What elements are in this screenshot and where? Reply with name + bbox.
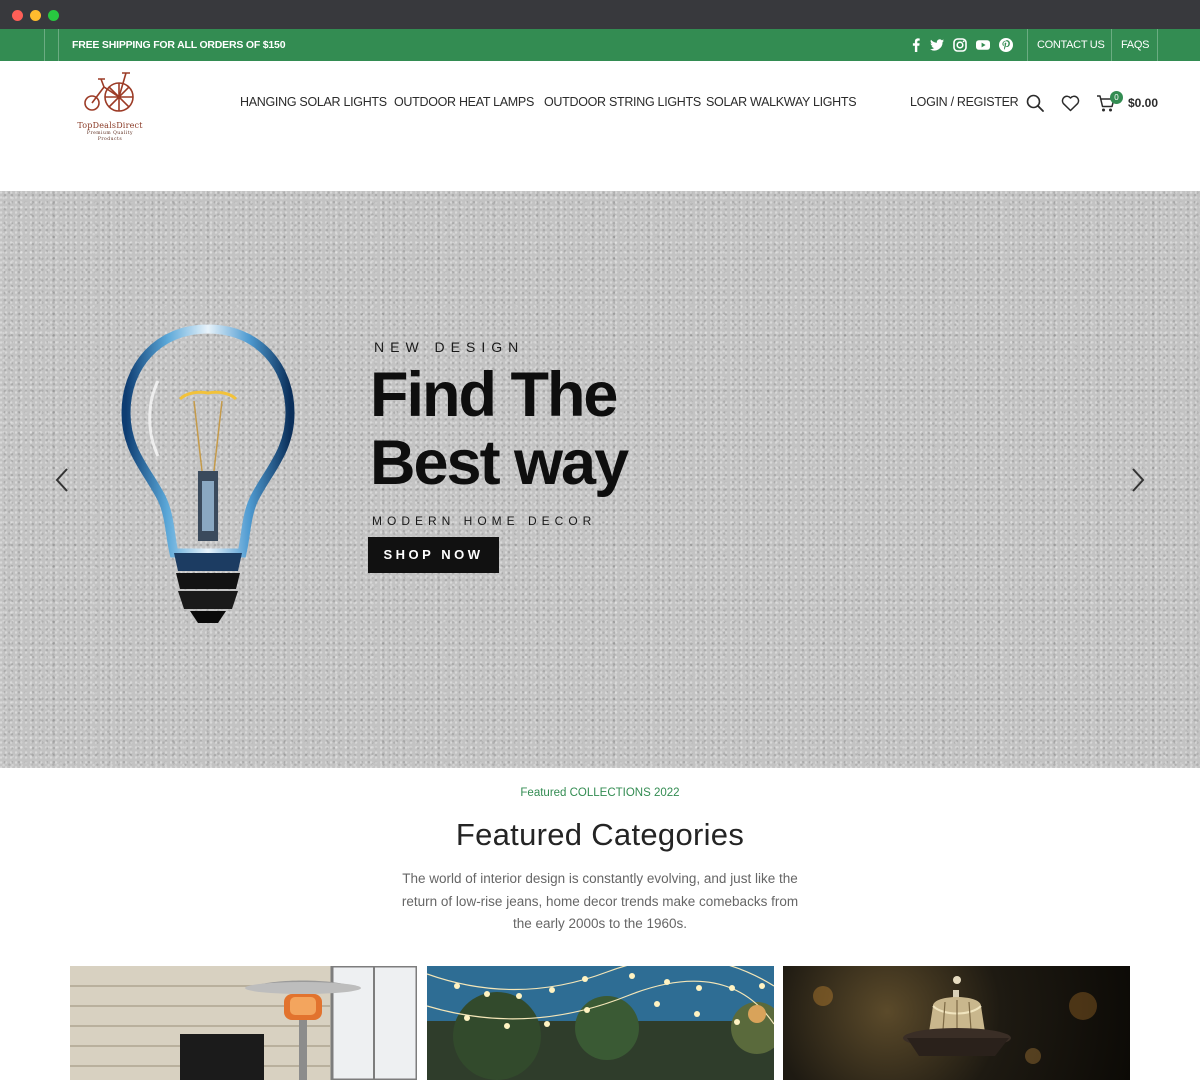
shop-now-button[interactable]: SHOP NOW [368,537,499,573]
nav-outdoor-heat-lamps[interactable]: OUTDOOR HEAT LAMPS [394,95,534,109]
pinterest-icon[interactable] [998,37,1014,53]
faqs-link[interactable]: FAQS [1121,29,1149,61]
divider [1157,29,1158,61]
top-promo-bar: FREE SHIPPING FOR ALL ORDERS OF $150 CON… [0,29,1200,61]
heart-icon[interactable] [1061,95,1080,112]
bicycle-logo-icon [84,72,134,112]
divider [1027,29,1028,61]
hero-headline-line-1: Find The [370,360,618,430]
category-card-string-lights[interactable] [427,966,774,1080]
chevron-left-icon[interactable] [52,465,72,495]
heat-lamp-image [70,966,417,1080]
light-bulb-image [121,324,295,623]
free-shipping-notice: FREE SHIPPING FOR ALL ORDERS OF $150 [72,39,286,51]
search-icon[interactable] [1026,94,1044,112]
contact-us-link[interactable]: CONTACT US [1037,29,1105,61]
nav-hanging-solar-lights[interactable]: HANGING SOLAR LIGHTS [240,95,387,109]
hero-slider: NEW DESIGN Find The Best way MODERN HOME… [0,191,1200,768]
featured-eyebrow: Featured COLLECTIONS 2022 [520,787,680,799]
cart-count-badge: 0 [1110,91,1123,104]
divider [44,29,45,61]
browser-chrome [0,0,1200,29]
hero-eyebrow: NEW DESIGN [374,339,525,355]
divider [58,29,59,61]
hero-headline: Find The Best way [370,361,690,497]
instagram-icon[interactable] [952,37,968,53]
facebook-icon[interactable] [908,37,924,53]
category-card-walkway-lights[interactable] [783,966,1130,1080]
nav-solar-walkway-lights[interactable]: SOLAR WALKWAY LIGHTS [706,95,857,109]
maximize-window-button[interactable] [48,10,59,21]
logo-tagline: Premium Quality [86,131,134,136]
logo-tagline-2: Products [97,137,123,142]
logo-brand-text: TopDealsDirect [77,121,143,130]
string-lights-image [427,966,774,1080]
chevron-right-icon[interactable] [1128,465,1148,495]
minimize-window-button[interactable] [30,10,41,21]
close-window-button[interactable] [12,10,23,21]
nav-outdoor-string-lights[interactable]: OUTDOOR STRING LIGHTS [544,95,701,109]
hero-headline-line-2: Best way [370,428,629,498]
walkway-light-image [813,976,1097,1064]
site-logo[interactable]: TopDealsDirect Premium Quality Products [74,67,146,143]
hero-subtitle: MODERN HOME DECOR [372,514,597,528]
site-header: TopDealsDirect Premium Quality Products … [0,61,1200,191]
featured-description: The world of interior design is constant… [401,871,799,931]
twitter-icon[interactable] [929,37,945,53]
featured-title: Featured Categories [455,817,745,852]
youtube-icon[interactable] [975,37,991,53]
divider [1111,29,1112,61]
cart-total[interactable]: $0.00 [1128,96,1158,110]
login-register-link[interactable]: LOGIN / REGISTER [910,95,1019,109]
category-card-heat-lamps[interactable] [70,966,417,1080]
